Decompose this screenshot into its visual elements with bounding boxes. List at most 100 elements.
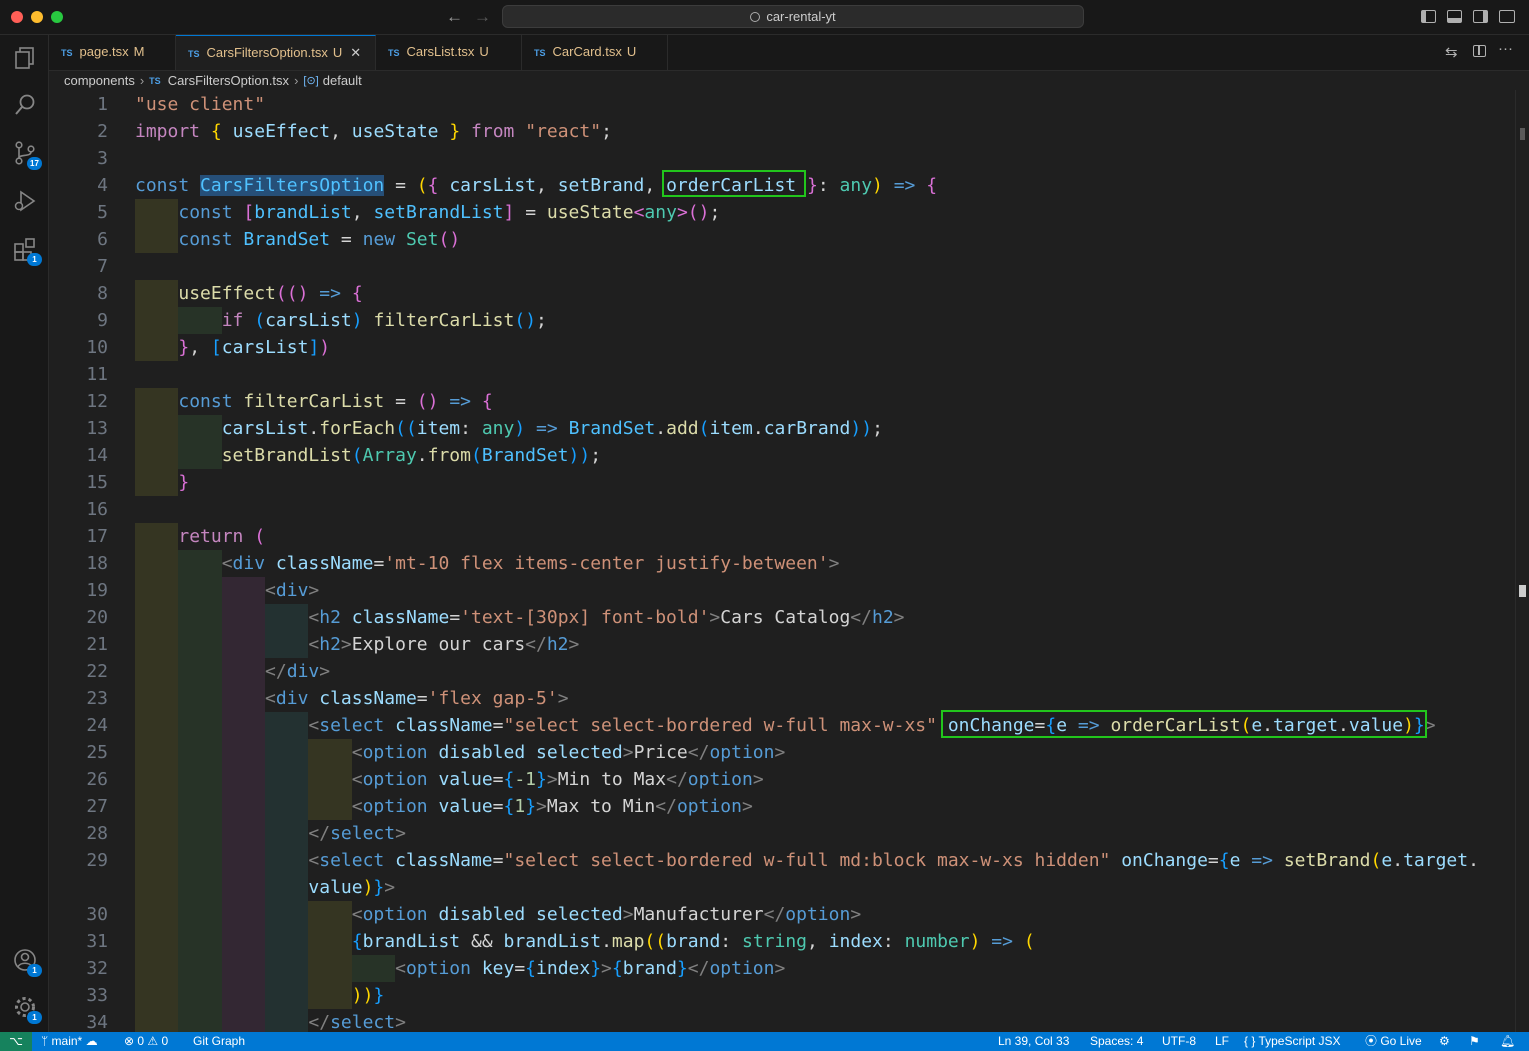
forward-arrow-icon[interactable]: → (474, 7, 491, 27)
code-line[interactable]: 33 ))} (49, 982, 1515, 1009)
code-text: carsList.forEach((item: any) => BrandSet… (221, 418, 883, 439)
code-line[interactable]: 25 <option disabled selected>Price</opti… (49, 739, 1515, 766)
typescript-file-icon: TS (61, 48, 73, 58)
code-line[interactable]: 34 </select> (49, 1009, 1515, 1032)
broadcast-icon: ⦿ (1365, 1034, 1381, 1048)
code-line[interactable]: 9 if (carsList) filterCarList(); (49, 307, 1515, 334)
code-line[interactable]: 21 <h2>Explore our cars</h2> (49, 631, 1515, 658)
code-line[interactable]: 14 setBrandList(Array.from(BrandSet)); (49, 442, 1515, 469)
line-number: 15 (86, 472, 108, 493)
search-icon[interactable] (12, 92, 38, 118)
line-number: 18 (86, 553, 108, 574)
code-line[interactable]: 31 {brandList && brandList.map((brand: s… (49, 928, 1515, 955)
code-line[interactable]: 26 <option value={-1}>Min to Max</option… (49, 766, 1515, 793)
code-line[interactable]: 27 <option value={1}>Max to Min</option> (49, 793, 1515, 820)
breadcrumb-folder[interactable]: components (64, 73, 135, 88)
scroll-thumb[interactable] (1520, 128, 1525, 140)
branch-indicator[interactable]: ᛘ main* ☁ (41, 1032, 98, 1051)
line-number: 19 (86, 580, 108, 601)
code-text: return ( (178, 526, 266, 547)
remote-icon[interactable]: ⌥ (0, 1032, 32, 1051)
explorer-icon[interactable] (12, 45, 38, 71)
toggle-secondary-sidebar-icon[interactable] (1473, 10, 1488, 23)
back-arrow-icon[interactable]: ← (446, 7, 463, 27)
command-center-search[interactable]: car-rental-yt (502, 5, 1084, 28)
notifications-bell-icon[interactable]: 🔔︎ (1500, 1032, 1515, 1051)
code-line[interactable]: 17 return ( (49, 523, 1515, 550)
compare-changes-icon[interactable]: ⇆ (1445, 43, 1458, 61)
extensions-badge: 1 (27, 253, 42, 266)
code-text: </select> (308, 823, 406, 844)
status-bar: ⌥ ᛘ main* ☁ ⊗ 0 ⚠ 0 Git Graph Ln 39, Col… (0, 1032, 1529, 1051)
code-line[interactable]: 23 <div className='flex gap-5'> (49, 685, 1515, 712)
code-line[interactable]: 13 carsList.forEach((item: any) => Brand… (49, 415, 1515, 442)
code-line[interactable]: 32 <option key={index}>{brand}</option> (49, 955, 1515, 982)
tab-page[interactable]: TS page.tsx M (49, 35, 176, 70)
code-text: useEffect(() => { (178, 283, 363, 304)
encoding[interactable]: UTF-8 (1162, 1032, 1196, 1051)
close-tab-icon[interactable]: ✕ (350, 45, 361, 60)
breadcrumb-symbol[interactable]: default (323, 73, 362, 88)
toggle-panel-icon[interactable] (1447, 10, 1462, 23)
feedback-icon[interactable]: ⚑ (1469, 1032, 1480, 1051)
split-editor-icon[interactable] (1473, 45, 1486, 57)
indentation[interactable]: Spaces: 4 (1090, 1032, 1143, 1051)
toggle-primary-sidebar-icon[interactable] (1421, 10, 1436, 23)
close-window-button[interactable] (11, 11, 23, 23)
language-mode[interactable]: { } TypeScript JSX (1244, 1032, 1341, 1051)
code-line[interactable]: 12 const filterCarList = () => { (49, 388, 1515, 415)
code-line[interactable]: 16 (49, 496, 1515, 523)
code-line[interactable]: 2 import { useEffect, useState } from "re… (49, 118, 1515, 145)
braces-icon: { } (1244, 1034, 1259, 1048)
code-text: <option value={-1}>Min to Max</option> (351, 769, 764, 790)
run-debug-icon[interactable] (12, 188, 38, 214)
line-number: 23 (86, 688, 108, 709)
customize-layout-icon[interactable] (1499, 10, 1515, 23)
code-line[interactable]: 8 useEffect(() => { (49, 280, 1515, 307)
code-line[interactable]: 28 </select> (49, 820, 1515, 847)
go-live-button[interactable]: ⦿ Go Live (1365, 1032, 1422, 1051)
minimize-window-button[interactable] (31, 11, 43, 23)
code-line[interactable]: 10 }, [carsList]) (49, 334, 1515, 361)
editor-scrollbar[interactable] (1515, 90, 1529, 1032)
breadcrumb-file[interactable]: CarsFiltersOption.tsx (168, 73, 289, 88)
line-number: 5 (97, 202, 108, 223)
code-line[interactable]: 11 (49, 361, 1515, 388)
end-of-line[interactable]: LF (1215, 1032, 1229, 1051)
code-text: import { useEffect, useState } from "rea… (135, 121, 612, 142)
typescript-file-icon: TS (388, 48, 400, 58)
code-line[interactable]: 6 const BrandSet = new Set() (49, 226, 1515, 253)
tab-cars-filters-option[interactable]: TS CarsFiltersOption.tsx U ✕ (176, 35, 376, 70)
code-line[interactable]: 3 (49, 145, 1515, 172)
code-text: <div className='mt-10 flex items-center … (221, 553, 840, 574)
copilot-icon[interactable]: ⚙ (1439, 1032, 1450, 1051)
line-number: 1 (97, 94, 108, 115)
code-editor[interactable]: 1 "use client" 2 import { useEffect, useSta… (49, 90, 1515, 1032)
code-line[interactable]: 19 <div> (49, 577, 1515, 604)
tab-cars-list[interactable]: TS CarsList.tsx U (376, 35, 522, 70)
code-line[interactable]: value)}> (49, 874, 1515, 901)
code-line[interactable]: 1 "use client" (49, 91, 1515, 118)
tab-car-card[interactable]: TS CarCard.tsx U (522, 35, 668, 70)
accounts-icon[interactable]: 1 (12, 947, 42, 977)
git-graph-button[interactable]: Git Graph (193, 1032, 245, 1051)
line-number: 2 (97, 121, 108, 142)
highlight-box-ordercarlist-param (662, 170, 806, 197)
maximize-window-button[interactable] (51, 11, 63, 23)
code-line[interactable]: 30 <option disabled selected>Manufacture… (49, 901, 1515, 928)
code-line[interactable]: 5 const [brandList, setBrandList] = useS… (49, 199, 1515, 226)
more-actions-icon[interactable]: ··· (1498, 40, 1513, 57)
code-line[interactable]: 20 <h2 className='text-[30px] font-bold'… (49, 604, 1515, 631)
manage-gear-icon[interactable]: 1 (12, 994, 42, 1024)
code-line[interactable]: 22 </div> (49, 658, 1515, 685)
code-line[interactable]: 7 (49, 253, 1515, 280)
code-text: <select className="select select-bordere… (308, 850, 1479, 871)
code-line[interactable]: 29 <select className="select select-bord… (49, 847, 1515, 874)
code-text: "use client" (135, 94, 266, 115)
cursor-position[interactable]: Ln 39, Col 33 (998, 1032, 1069, 1051)
code-line[interactable]: 18 <div className='mt-10 flex items-cent… (49, 550, 1515, 577)
code-line[interactable]: 15 } (49, 469, 1515, 496)
problems-indicator[interactable]: ⊗ 0 ⚠ 0 (124, 1032, 168, 1051)
extensions-icon[interactable]: 1 (12, 236, 42, 266)
source-control-icon[interactable]: 17 (12, 140, 42, 170)
